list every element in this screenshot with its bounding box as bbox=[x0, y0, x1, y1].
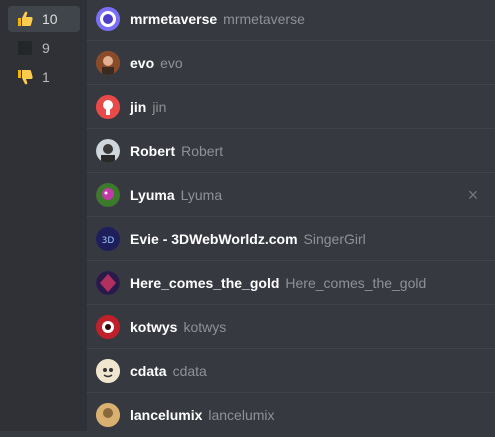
reaction-count: 10 bbox=[42, 11, 58, 27]
user-tag: mrmetaverse bbox=[223, 11, 305, 27]
list-item[interactable]: jin jin bbox=[87, 85, 495, 129]
user-tag: jin bbox=[152, 99, 167, 115]
user-name: Robert bbox=[130, 143, 176, 159]
user-name: mrmetaverse bbox=[130, 11, 218, 27]
reaction-thumbs-up[interactable]: 10 bbox=[8, 6, 80, 32]
user-tag: Robert bbox=[181, 143, 224, 159]
user-tag: SingerGirl bbox=[303, 231, 366, 247]
avatar bbox=[96, 183, 120, 207]
avatar bbox=[96, 51, 120, 75]
user-name: cdata bbox=[130, 363, 167, 379]
list-item[interactable]: cdata cdata bbox=[87, 349, 495, 393]
reaction-count: 9 bbox=[42, 40, 50, 56]
user-name: lancelumix bbox=[130, 407, 203, 423]
blank-emoji-icon bbox=[16, 39, 34, 57]
avatar bbox=[96, 271, 120, 295]
list-item[interactable]: 3D Evie - 3DWebWorldz.com SingerGirl bbox=[87, 217, 495, 261]
reaction-count: 1 bbox=[42, 69, 50, 85]
thumbs-up-icon bbox=[16, 10, 34, 28]
avatar bbox=[96, 7, 120, 31]
avatar bbox=[96, 315, 120, 339]
list-item[interactable]: Robert Robert bbox=[87, 129, 495, 173]
user-tag: cdata bbox=[172, 363, 207, 379]
user-name: Here_comes_the_gold bbox=[130, 275, 280, 291]
list-item[interactable]: lancelumix lancelumix bbox=[87, 393, 495, 437]
user-name: Lyuma bbox=[130, 187, 175, 203]
user-tag: kotwys bbox=[183, 319, 227, 335]
avatar bbox=[96, 139, 120, 163]
user-name: Evie - 3DWebWorldz.com bbox=[130, 231, 298, 247]
close-icon[interactable]: × bbox=[463, 185, 483, 205]
user-name: kotwys bbox=[130, 319, 178, 335]
avatar: 3D bbox=[96, 227, 120, 251]
user-tag: Lyuma bbox=[180, 187, 223, 203]
svg-text:3D: 3D bbox=[102, 236, 115, 246]
reaction-blank[interactable]: 9 bbox=[8, 35, 80, 61]
list-item[interactable]: evo evo bbox=[87, 41, 495, 85]
user-name: evo bbox=[130, 55, 155, 71]
user-name: jin bbox=[130, 99, 147, 115]
reaction-sidebar: 10 9 1 bbox=[0, 0, 87, 431]
avatar bbox=[96, 95, 120, 119]
avatar bbox=[96, 359, 120, 383]
reactor-list: mrmetaverse mrmetaverse evo evo jin jin … bbox=[87, 0, 495, 431]
user-tag: lancelumix bbox=[208, 407, 275, 423]
user-tag: evo bbox=[160, 55, 183, 71]
reaction-thumbs-down[interactable]: 1 bbox=[8, 64, 80, 90]
list-item[interactable]: Here_comes_the_gold Here_comes_the_gold bbox=[87, 261, 495, 305]
avatar bbox=[96, 403, 120, 427]
list-item[interactable]: mrmetaverse mrmetaverse bbox=[87, 0, 495, 41]
thumbs-down-icon bbox=[16, 68, 34, 86]
list-item[interactable]: kotwys kotwys bbox=[87, 305, 495, 349]
list-item[interactable]: Lyuma Lyuma × bbox=[87, 173, 495, 217]
user-tag: Here_comes_the_gold bbox=[285, 275, 427, 291]
